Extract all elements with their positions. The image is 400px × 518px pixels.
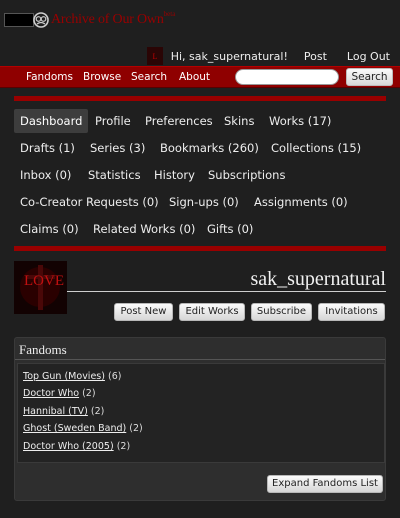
search-button[interactable]: Search xyxy=(346,68,393,86)
dashboard-skins[interactable]: Skins xyxy=(218,109,260,133)
dashboard-row: Dashboard Profile Preferences Skins Work… xyxy=(14,109,386,133)
post-new-button[interactable]: Post New xyxy=(114,303,173,321)
fandoms-divider xyxy=(15,359,385,360)
user-avatar-small[interactable]: L xyxy=(146,47,163,65)
divider-bottom xyxy=(14,246,386,251)
svg-text:LOVE: LOVE xyxy=(24,273,64,289)
list-item: Hannibal (TV) (2) xyxy=(23,406,104,417)
nav-browse[interactable]: Browse xyxy=(83,71,121,83)
dashboard-profile[interactable]: Profile xyxy=(89,109,137,133)
dashboard-claims[interactable]: Claims (0) xyxy=(14,217,85,241)
profile-heading: LOVE sak_supernatural Post New Edit Work… xyxy=(14,261,386,323)
username-underline xyxy=(67,291,386,292)
logo-text: Archive of Our Own xyxy=(51,12,164,27)
list-item: Doctor Who (2005) (2) xyxy=(23,441,130,452)
fandom-count: (2) xyxy=(82,388,96,399)
dashboard-drafts[interactable]: Drafts (1) xyxy=(14,136,81,160)
nav-fandoms[interactable]: Fandoms xyxy=(26,71,73,83)
search-input[interactable] xyxy=(235,69,339,85)
dashboard-bookmarks[interactable]: Bookmarks (260) xyxy=(154,136,265,160)
nav-about[interactable]: About xyxy=(179,71,210,83)
site-header: Archive of Our Own beta L Hi, sak_superna… xyxy=(0,0,400,66)
user-nav: L Hi, sak_supernatural! Post Log Out xyxy=(146,47,390,65)
fandom-link[interactable]: Top Gun (Movies) xyxy=(23,371,105,382)
fandoms-heading: Fandoms xyxy=(19,342,67,357)
dashboard-row: Co-Creator Requests (0) Sign-ups (0) Ass… xyxy=(14,190,386,214)
dashboard-works[interactable]: Works (17) xyxy=(263,109,337,133)
list-item: Ghost (Sweden Band) (2) xyxy=(23,423,143,434)
post-link[interactable]: Post xyxy=(304,50,327,63)
love-avatar-image: LOVE xyxy=(14,261,67,314)
svg-text:L: L xyxy=(152,52,157,61)
dashboard-row: Drafts (1) Series (3) Bookmarks (260) Co… xyxy=(14,136,386,160)
fandoms-box: Fandoms Top Gun (Movies) (6) Doctor Who … xyxy=(14,337,386,501)
dashboard-gifts[interactable]: Gifts (0) xyxy=(201,217,259,241)
subscribe-button[interactable]: Subscribe xyxy=(251,303,312,321)
fandom-count: (2) xyxy=(90,406,105,417)
dashboard-preferences[interactable]: Preferences xyxy=(139,109,219,133)
expand-fandoms-button[interactable]: Expand Fandoms List xyxy=(267,475,383,493)
dashboard-sign-ups[interactable]: Sign-ups (0) xyxy=(163,190,245,214)
fandom-link[interactable]: Ghost (Sweden Band) xyxy=(23,423,126,434)
fandoms-list: Top Gun (Movies) (6) Doctor Who (2) Hann… xyxy=(17,363,385,463)
profile-username: sak_supernatural xyxy=(250,268,386,290)
user-avatar[interactable]: LOVE xyxy=(14,261,67,314)
nav-search[interactable]: Search xyxy=(131,71,167,83)
avatar-thumb-icon: L xyxy=(148,49,161,63)
primary-nav: Fandoms Browse Search About Search xyxy=(0,66,400,88)
dashboard-statistics[interactable]: Statistics xyxy=(82,163,147,187)
dashboard-assignments[interactable]: Assignments (0) xyxy=(248,190,354,214)
greeting-link[interactable]: Hi, sak_supernatural! xyxy=(171,50,288,63)
dashboard-inbox[interactable]: Inbox (0) xyxy=(14,163,77,187)
fandom-link[interactable]: Doctor Who (2005) xyxy=(23,441,114,452)
invitations-button[interactable]: Invitations xyxy=(318,303,385,321)
dashboard-subscriptions[interactable]: Subscriptions xyxy=(202,163,291,187)
edit-works-button[interactable]: Edit Works xyxy=(179,303,245,321)
list-item: Doctor Who (2) xyxy=(23,388,96,399)
fandom-count: (6) xyxy=(107,371,122,382)
list-item: Top Gun (Movies) (6) xyxy=(23,371,121,382)
divider-top xyxy=(14,96,386,101)
dashboard-row: Inbox (0) Statistics History Subscriptio… xyxy=(14,163,386,187)
dashboard-series[interactable]: Series (3) xyxy=(84,136,151,160)
fandom-link[interactable]: Hannibal (TV) xyxy=(23,406,88,417)
dashboard-collections[interactable]: Collections (15) xyxy=(265,136,367,160)
dashboard-history[interactable]: History xyxy=(148,163,201,187)
ao3-logo-icon xyxy=(33,12,49,28)
dashboard-co-creator-requests[interactable]: Co-Creator Requests (0) xyxy=(14,190,165,214)
logout-link[interactable]: Log Out xyxy=(347,50,390,63)
fandom-link[interactable]: Doctor Who xyxy=(23,388,79,399)
fandom-count: (2) xyxy=(129,423,143,434)
logo-bar xyxy=(4,13,34,27)
dashboard-dashboard[interactable]: Dashboard xyxy=(14,109,89,133)
dashboard-row: Claims (0) Related Works (0) Gifts (0) xyxy=(14,217,386,241)
site-logo[interactable]: Archive of Our Own beta xyxy=(4,9,175,31)
logo-tm: beta xyxy=(163,10,176,18)
fandom-count: (2) xyxy=(116,441,131,452)
dashboard-related-works[interactable]: Related Works (0) xyxy=(87,217,201,241)
